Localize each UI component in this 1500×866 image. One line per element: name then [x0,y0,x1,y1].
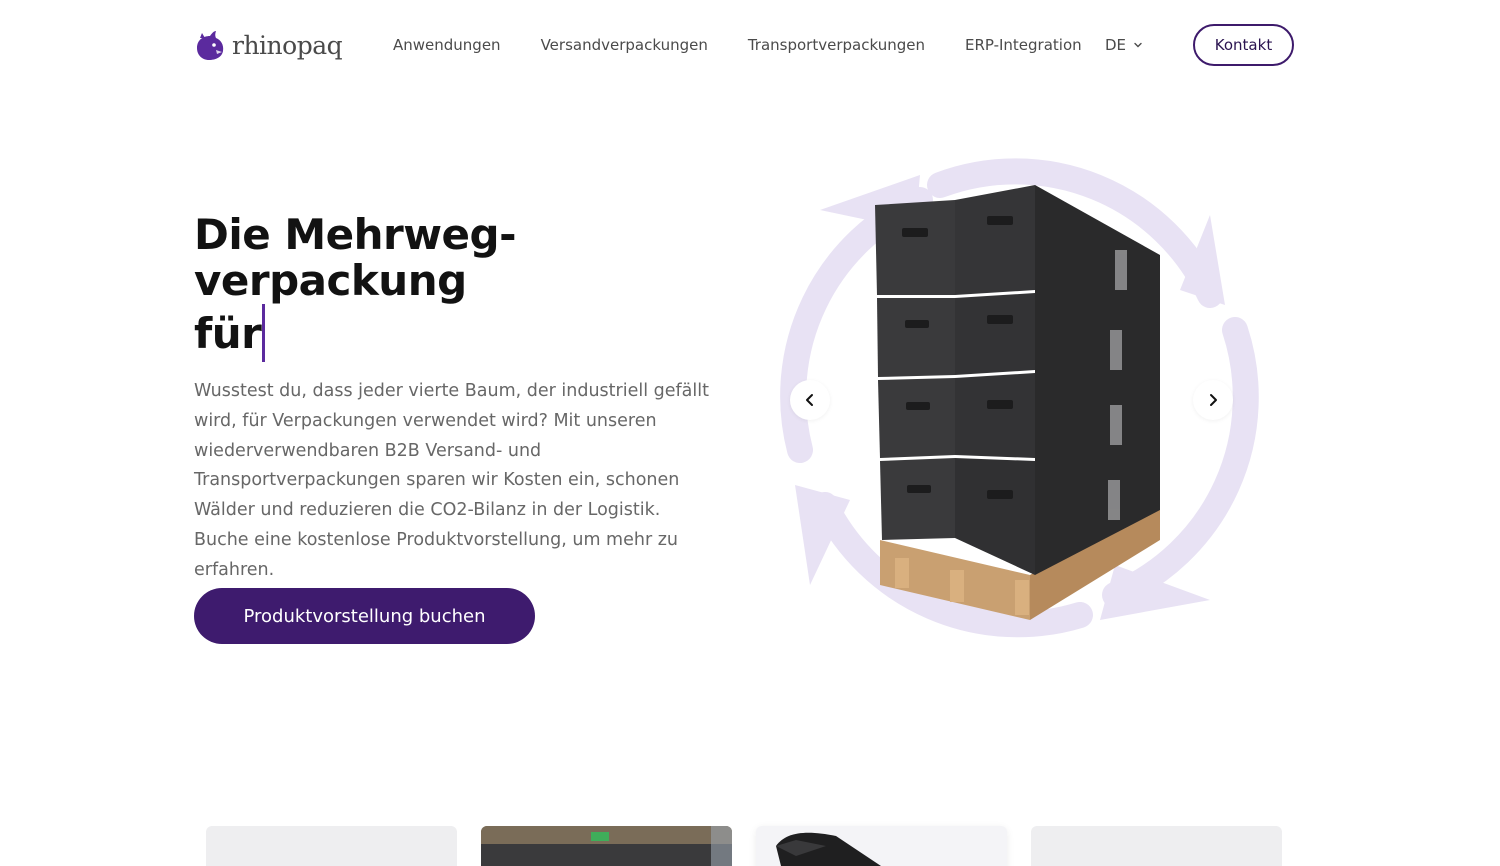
warehouse-image [481,826,732,866]
product-card[interactable] [481,826,732,866]
product-card[interactable] [756,826,1007,866]
nav-item-transportverpackungen[interactable]: Transportverpackungen [748,36,925,54]
nav-item-anwendungen[interactable]: Anwendungen [393,36,501,54]
carousel-prev-button[interactable] [790,380,830,420]
chevron-down-icon [1134,42,1142,48]
language-label: DE [1105,36,1127,54]
hero-title: Die Mehrweg- verpackung für [194,212,614,362]
chevron-left-icon [806,394,813,406]
hero-title-line-1: Die Mehrweg- [194,210,517,259]
brand-name: rhinopaq [232,30,343,60]
product-cards [206,826,1282,866]
product-card[interactable] [1031,826,1282,866]
chevron-right-icon [1210,394,1217,406]
hero-title-line-2: verpackung [194,256,467,305]
product-card[interactable] [206,826,457,866]
site-header: rhinopaq Anwendungen Versandverpackungen… [0,0,1500,90]
pallet-boxes-image [875,185,1160,620]
main-nav: Anwendungen Versandverpackungen Transpor… [393,36,1122,54]
hero-title-line-3: für [194,304,614,362]
front-boxes [875,185,1035,575]
book-demo-button[interactable]: Produktvorstellung buchen [194,588,535,644]
rhino-logo-icon [197,31,224,60]
hero-carousel [770,155,1260,645]
nav-item-erp-integration[interactable]: ERP-Integration [965,36,1082,54]
black-box-image [776,832,881,866]
carousel-next-button[interactable] [1193,380,1233,420]
brand-logo[interactable]: rhinopaq [194,28,343,62]
contact-button[interactable]: Kontakt [1193,24,1294,66]
language-selector[interactable]: DE [1105,36,1144,54]
hero-description: Wusstest du, dass jeder vierte Baum, der… [194,381,709,580]
hero-title-line-3-text: für [194,309,262,358]
nav-item-versandverpackungen[interactable]: Versandverpackungen [541,36,708,54]
typing-caret [262,304,266,362]
